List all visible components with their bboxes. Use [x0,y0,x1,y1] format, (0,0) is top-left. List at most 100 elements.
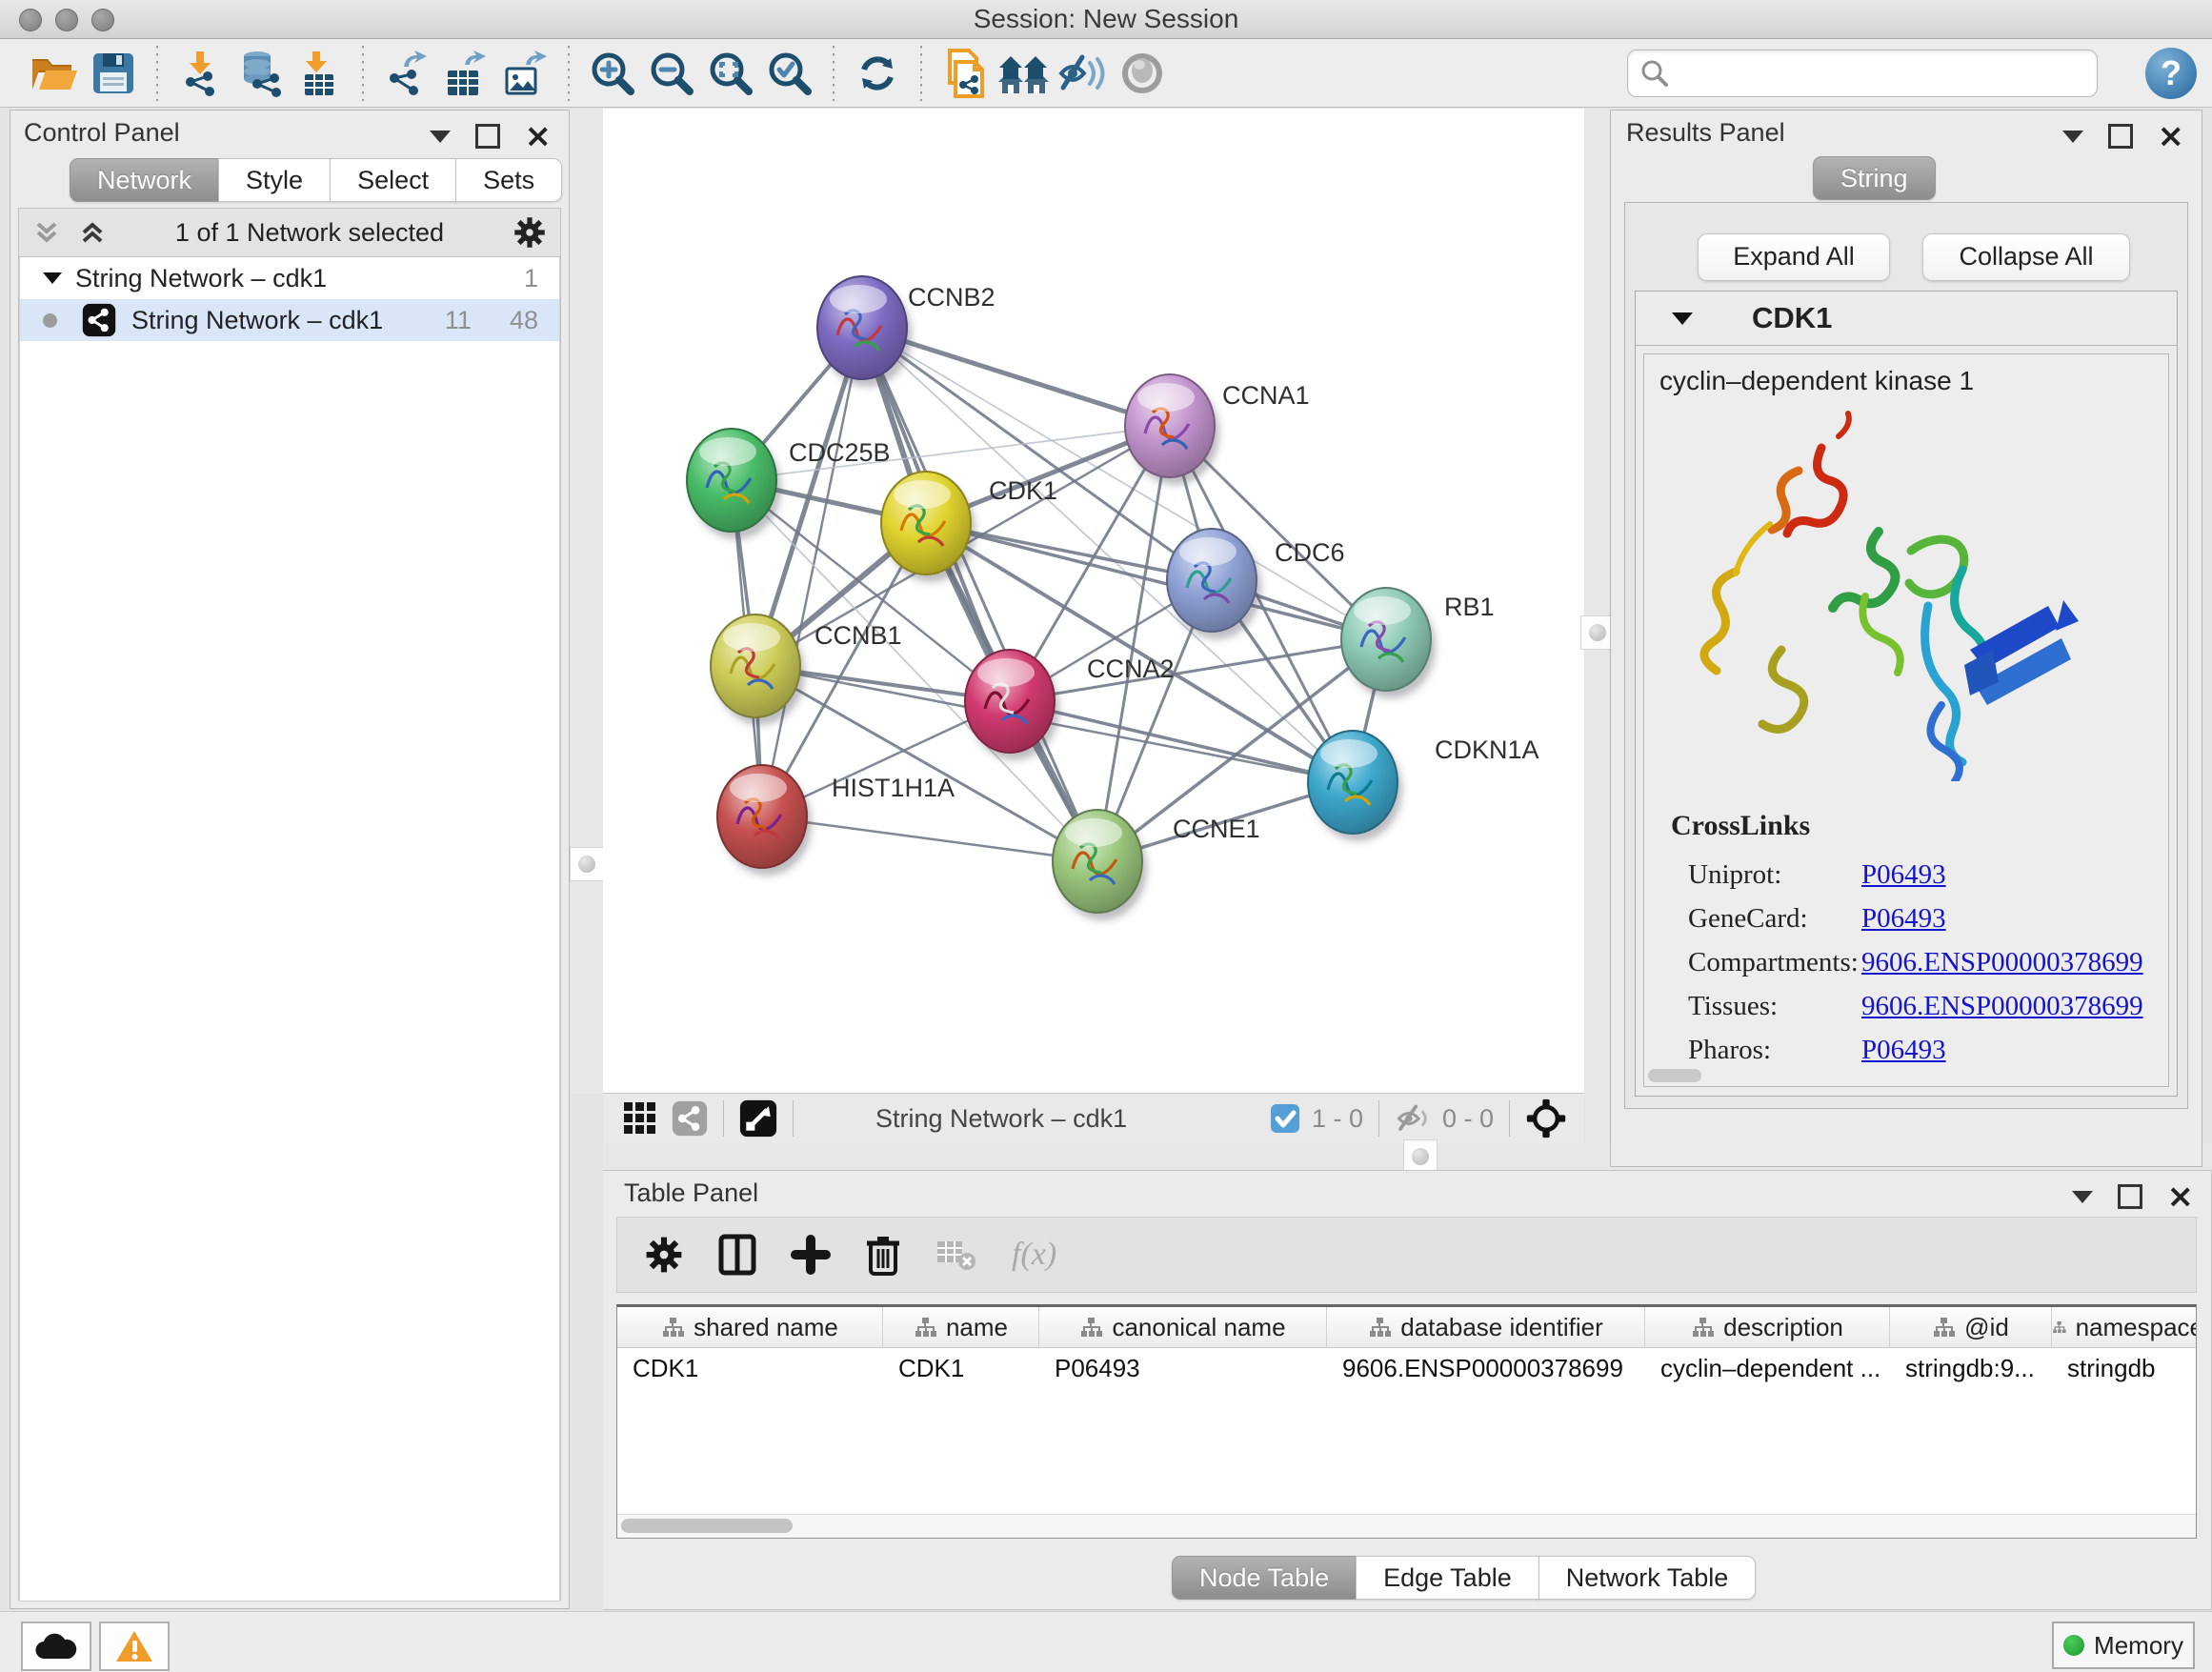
cloud-button[interactable] [21,1622,91,1671]
collapse-entry-icon[interactable] [1672,312,1693,325]
column-header-description[interactable]: description [1645,1307,1890,1347]
gear-icon[interactable] [644,1235,684,1275]
left-splitter[interactable] [570,109,603,1093]
network-edge-HIST1H1A-CCNE1[interactable] [762,816,1097,861]
delete-column-icon[interactable] [865,1234,901,1276]
network-node-CCNE1[interactable]: CCNE1 [1053,810,1260,920]
right-splitter[interactable] [1585,109,1609,1166]
clone-network-button[interactable] [935,45,995,102]
tab-style[interactable]: Style [218,158,331,202]
panel-menu-icon[interactable] [2062,131,2083,143]
grid-view-icon[interactable] [622,1100,658,1137]
table-cell[interactable]: 9606.ENSP00000378699 [1327,1348,1645,1388]
table-cell[interactable]: stringdb [2052,1348,2197,1388]
collapse-all-button[interactable]: Collapse All [1922,233,2130,281]
network-node-CCNB1[interactable]: CCNB1 [711,614,902,725]
import-network-from-file-button[interactable] [171,45,231,102]
crosslink-value-link[interactable]: 9606.ENSP00000378699 [1861,991,2143,1022]
zoom-selected-button[interactable] [760,45,819,102]
crosslink-value-link[interactable]: P06493 [1861,1035,1946,1066]
expand-all-icon[interactable] [78,218,107,247]
memory-button[interactable]: Memory [2052,1622,2195,1669]
apply-layout-button[interactable] [848,45,907,102]
zoom-out-button[interactable] [642,45,701,102]
homes-button[interactable] [995,45,1054,102]
network-edge-RB1-CCNA2[interactable] [1010,639,1386,701]
crosslink-value-link[interactable]: P06493 [1861,903,1946,935]
table-cell[interactable]: P06493 [1039,1348,1327,1388]
network-node-CCNB2[interactable]: CCNB2 [817,276,995,387]
network-node-CDKN1A[interactable]: CDKN1A [1308,731,1539,841]
tab-edge-table[interactable]: Edge Table [1356,1556,1539,1600]
column-header-canonicalname[interactable]: canonical name [1039,1307,1327,1347]
network-node-RB1[interactable]: RB1 [1341,588,1495,698]
column-header-sharedname[interactable]: shared name [617,1307,883,1347]
expand-all-button[interactable]: Expand All [1698,233,1890,281]
table-horizontal-scrollbar[interactable] [617,1514,2196,1538]
table-cell[interactable]: CDK1 [617,1348,883,1388]
birds-eye-view-icon[interactable] [739,1099,777,1138]
column-header-databaseidentifier[interactable]: database identifier [1327,1307,1645,1347]
network-share-toggle-icon[interactable] [672,1100,708,1137]
network-view-canvas[interactable]: CCNB2CCNA1CDC25BCDK1CDC6RB1CCNB1CCNA2CDK… [603,109,1584,1093]
float-panel-icon[interactable] [2108,124,2133,149]
close-panel-icon[interactable]: × [2158,127,2185,146]
splitter-handle[interactable] [570,847,604,881]
tab-network[interactable]: Network [70,158,219,202]
network-collection-row[interactable]: String Network – cdk1 1 [20,257,559,299]
column-header-id[interactable]: @id [1890,1307,2052,1347]
column-header-name[interactable]: name [883,1307,1039,1347]
network-node-HIST1H1A[interactable]: HIST1H1A [717,765,955,876]
tab-node-table[interactable]: Node Table [1172,1556,1357,1600]
zoom-in-button[interactable] [583,45,642,102]
table-cell[interactable]: CDK1 [883,1348,1039,1388]
maximize-window-button[interactable] [91,9,114,31]
network-row[interactable]: String Network – cdk1 11 48 [20,299,559,341]
export-network-button[interactable] [377,45,436,102]
crosshair-icon[interactable] [1525,1098,1567,1139]
zoom-fit-button[interactable] [701,45,760,102]
export-table-button[interactable] [436,45,495,102]
crosslink-value-link[interactable]: 9606.ENSP00000378699 [1861,947,2143,978]
search-input[interactable] [1678,53,2086,93]
panel-menu-icon[interactable] [430,131,451,143]
network-node-CDK1[interactable]: CDK1 [881,472,1057,582]
column-header-namespace[interactable]: namespace [2052,1307,2197,1347]
scrollbar-thumb[interactable] [621,1519,793,1533]
network-node-CDC25B[interactable]: CDC25B [687,429,891,539]
float-panel-icon[interactable] [2118,1184,2142,1209]
close-panel-icon[interactable]: × [2167,1187,2195,1206]
import-network-from-database-button[interactable] [231,45,290,102]
export-image-button[interactable] [495,45,554,102]
table-row[interactable]: CDK1CDK1P064939606.ENSP00000378699cyclin… [617,1348,2196,1388]
help-button[interactable]: ? [2145,48,2197,99]
sphere-button[interactable] [1113,45,1172,102]
warnings-button[interactable] [99,1622,170,1671]
results-scrollbar-thumb[interactable] [1648,1069,1701,1082]
hidden-eye-icon[interactable] [1395,1102,1433,1135]
collapse-all-icon[interactable] [32,218,61,247]
import-table-from-file-button[interactable] [290,45,349,102]
hide-glyphs-button[interactable] [1054,45,1113,102]
tab-sets[interactable]: Sets [455,158,562,202]
float-panel-icon[interactable] [475,124,500,149]
tree-expand-icon[interactable] [43,272,62,284]
tab-network-table[interactable]: Network Table [1538,1556,1757,1600]
open-session-button[interactable] [25,45,84,102]
crosslink-value-link[interactable]: P06493 [1861,859,1946,891]
select-columns-icon[interactable] [718,1234,756,1276]
network-node-CCNA1[interactable]: CCNA1 [1125,374,1310,485]
node-entry-header[interactable]: CDK1 [1636,292,2177,346]
close-window-button[interactable] [19,9,42,31]
selected-checkbox-icon[interactable] [1270,1103,1300,1134]
panel-menu-icon[interactable] [2072,1191,2093,1203]
minimize-window-button[interactable] [55,9,78,31]
splitter-handle[interactable] [1403,1139,1438,1174]
table-cell[interactable]: cyclin–dependent ... [1645,1348,1890,1388]
add-column-icon[interactable] [791,1235,831,1275]
tab-select[interactable]: Select [330,158,456,202]
close-panel-icon[interactable]: × [525,127,553,146]
gear-icon[interactable] [513,215,547,250]
tab-string[interactable]: String [1813,156,1936,200]
network-edge-CCNA2-CDKN1A[interactable] [1010,701,1353,782]
